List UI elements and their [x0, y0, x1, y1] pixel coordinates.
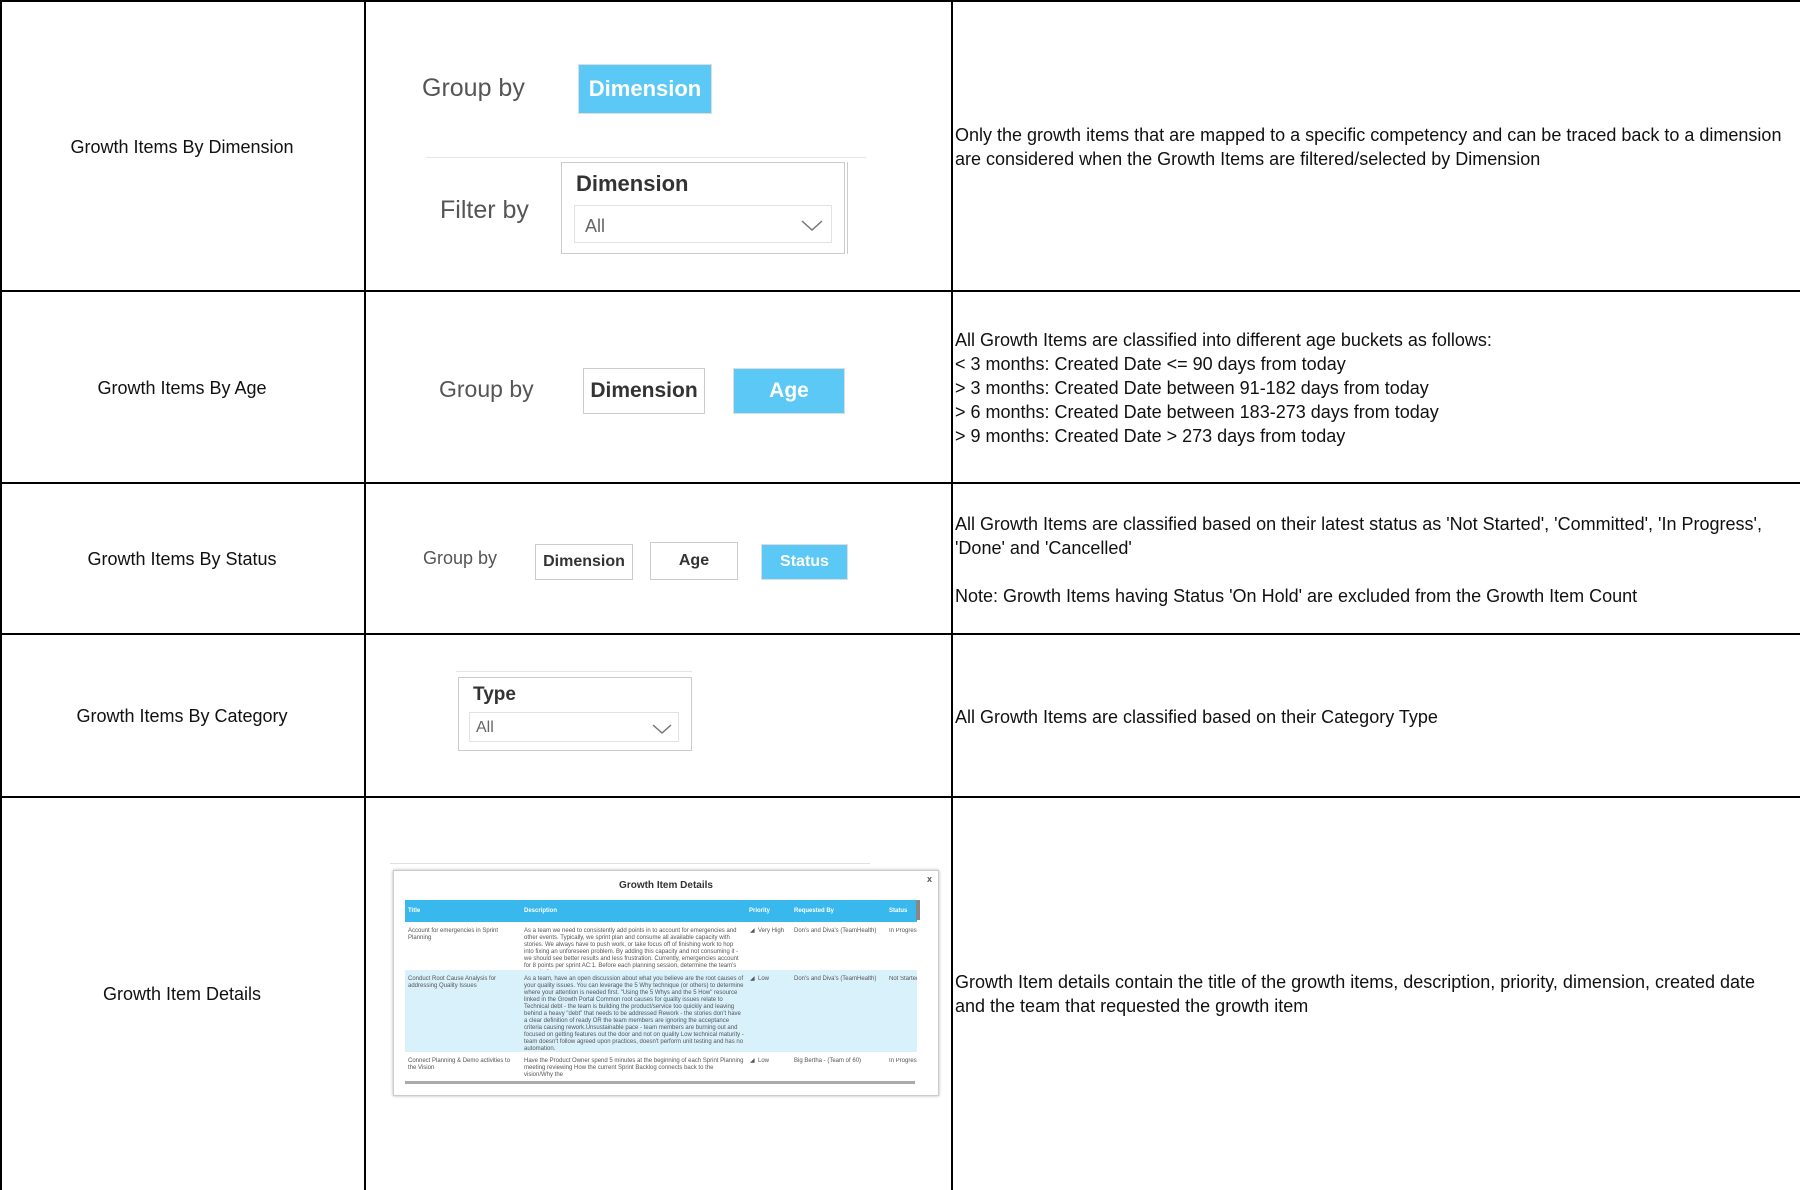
row-name: Growth Item Details	[102, 983, 262, 1004]
row-description: All Growth Items are classified based on…	[955, 484, 1800, 635]
item-status: In Progress	[889, 1058, 917, 1064]
row-description: Only the growth items that are mapped to…	[955, 2, 1800, 292]
column-divider	[951, 0, 953, 1190]
column-divider	[364, 0, 366, 1190]
close-icon[interactable]: x	[927, 874, 932, 884]
group-by-label: Group by	[439, 376, 534, 402]
column-header[interactable]: Priority	[749, 900, 770, 922]
status-group-screenshot: Group by Dimension Age Status	[366, 484, 952, 635]
description-line: Only the growth items that are mapped to…	[955, 125, 1782, 169]
select-value: All	[476, 719, 494, 736]
item-description: Have the Product Owner spend 5 minutes a…	[524, 1058, 744, 1078]
column-header[interactable]: Title	[408, 900, 420, 922]
item-title: Account for emergencies in Sprint Planni…	[408, 928, 499, 941]
item-status: In Progress	[889, 928, 917, 934]
age-button[interactable]: Age	[733, 368, 845, 414]
filter-panel-edge	[847, 162, 848, 254]
item-requested-by: Big Bertha - (Team of 60)	[794, 1058, 862, 1064]
dimension-button[interactable]: Dimension	[583, 368, 705, 414]
row-description: All Growth Items are classified into dif…	[955, 292, 1800, 484]
group-by-label: Group by	[422, 74, 525, 102]
column-header[interactable]: Description	[524, 900, 557, 922]
filter-title: Dimension	[576, 171, 689, 196]
horizontal-scrollbar[interactable]	[405, 1081, 915, 1084]
table-row: Growth Items By Age Group by Dimension A…	[0, 290, 1800, 484]
table-row: Growth Items By Dimension Group by Dimen…	[0, 0, 1800, 292]
description-line: > 9 months: Created Date > 273 days from…	[955, 426, 1346, 446]
item-title: Connect Planning & Demo activities to th…	[408, 1058, 511, 1071]
table-border-left	[0, 0, 2, 1190]
column-header[interactable]: Requested By	[794, 900, 834, 922]
age-button[interactable]: Age	[650, 542, 738, 580]
row-name: Growth Items By Status	[87, 549, 277, 569]
filter-by-label: Filter by	[440, 196, 529, 224]
row-name: Growth Items By Age	[97, 377, 267, 398]
details-table-header: Title Description Priority Requested By …	[405, 900, 917, 922]
dimension-filter-screenshot: Group by Dimension Filter by Dimension A…	[366, 2, 952, 292]
item-priority: Low	[758, 976, 770, 982]
row-description: Growth Item details contain the title of…	[955, 798, 1800, 1190]
filter-panel-divider	[426, 157, 866, 158]
chevron-down-icon	[652, 724, 672, 735]
row-name: Growth Items By Category	[76, 706, 288, 726]
dimension-select[interactable]: All	[574, 205, 832, 243]
item-description: As a team, have an open discussion about…	[524, 976, 744, 1052]
description-line: Growth Item details contain the title of…	[955, 972, 1756, 1016]
priority-icon: ◢	[750, 976, 755, 982]
filter-panel-divider	[456, 671, 692, 672]
type-select[interactable]: All	[469, 712, 679, 742]
item-status: Not Started	[889, 976, 917, 982]
modal-divider-line	[390, 863, 870, 864]
status-button[interactable]: Status	[761, 544, 848, 580]
priority-icon: ◢	[750, 1058, 755, 1064]
item-priority: Low	[758, 1058, 770, 1064]
dimension-filter[interactable]: Dimension All	[561, 162, 845, 254]
description-line: Note: Growth Items having Status 'On Hol…	[955, 585, 1638, 606]
description-line: All Growth Items are classified based on…	[955, 706, 1438, 727]
priority-icon: ◢	[750, 928, 755, 934]
item-priority: Very High	[758, 928, 785, 934]
table-row: Growth Items By Category Type All All Gr…	[0, 633, 1800, 798]
description-line	[955, 560, 1790, 584]
item-requested-by: Don's and Diva's (TeamHealth)	[794, 928, 877, 934]
table-row[interactable]: Conduct Root Cause Analysis for addressi…	[405, 970, 917, 1052]
chevron-down-icon	[801, 220, 823, 232]
type-filter[interactable]: Type All	[458, 677, 692, 751]
table-row[interactable]: Account for emergencies in Sprint Planni…	[405, 922, 917, 976]
growth-item-details-modal: Growth Item Details x Title Description …	[393, 870, 939, 1096]
description-line: All Growth Items are classified based on…	[955, 513, 1762, 558]
description-line: All Growth Items are classified into dif…	[955, 330, 1492, 350]
description-line: < 3 months: Created Date <= 90 days from…	[955, 354, 1346, 374]
group-by-label: Group by	[423, 548, 498, 568]
dimension-button[interactable]: Dimension	[578, 64, 712, 114]
table-row[interactable]: Connect Planning & Demo activities to th…	[405, 1052, 917, 1084]
table-scrollbar[interactable]	[916, 900, 920, 920]
description-line: > 6 months: Created Date between 183-273…	[955, 402, 1439, 422]
dimension-button[interactable]: Dimension	[535, 544, 633, 580]
modal-title: Growth Item Details	[619, 880, 713, 891]
row-name: Growth Items By Dimension	[70, 136, 294, 157]
item-title: Conduct Root Cause Analysis for addressi…	[408, 976, 497, 989]
item-requested-by: Don's and Diva's (TeamHealth)	[794, 976, 877, 982]
filter-title: Type	[473, 684, 516, 705]
category-filter-screenshot: Type All	[366, 635, 952, 798]
description-line: > 3 months: Created Date between 91-182 …	[955, 378, 1429, 398]
row-description: All Growth Items are classified based on…	[955, 635, 1800, 798]
table-row: Growth Items By Status Group by Dimensio…	[0, 482, 1800, 635]
age-group-screenshot: Group by Dimension Age	[366, 292, 952, 484]
select-value: All	[585, 216, 606, 236]
column-header[interactable]: Status	[889, 900, 907, 922]
